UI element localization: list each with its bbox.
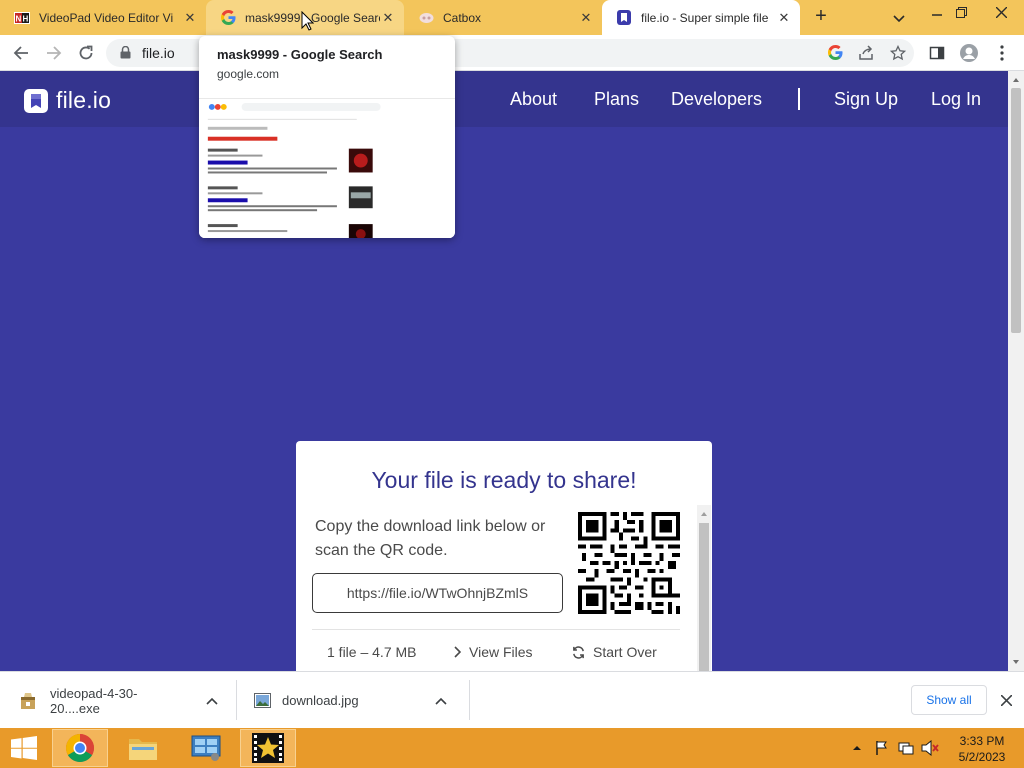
side-panel-icon[interactable] [925, 41, 949, 65]
view-files-label: View Files [469, 644, 533, 660]
hover-card-domain: google.com [217, 67, 280, 81]
chevron-right-icon [454, 646, 461, 658]
reload-icon[interactable] [74, 41, 98, 65]
tab-title: Catbox [443, 10, 482, 25]
taskbar-file-explorer[interactable] [115, 729, 171, 767]
show-all-button[interactable]: Show all [911, 685, 987, 715]
download-item[interactable]: download.jpg [252, 672, 470, 729]
browser-toolbar: file.io [0, 35, 1024, 71]
page-viewport: file.io About Plans Developers Sign Up L… [0, 71, 1008, 671]
chevron-up-icon[interactable] [206, 693, 218, 708]
qr-code [578, 512, 680, 614]
page-preview-thumbnail [199, 98, 455, 238]
system-clock[interactable]: 3:33 PM 5/2/2023 [952, 733, 1012, 765]
videopad-icon: NH [14, 10, 30, 26]
google-lens-icon[interactable] [828, 45, 843, 65]
folder-icon [129, 739, 157, 760]
share-icon[interactable] [858, 45, 874, 66]
close-tab-icon[interactable]: ✕ [380, 10, 396, 26]
fileio-logo-icon [24, 88, 48, 113]
profile-avatar-icon[interactable] [957, 41, 981, 65]
windows-logo-icon [11, 736, 37, 760]
lock-icon[interactable] [120, 45, 131, 64]
logo-text: file.io [56, 87, 112, 113]
taskbar-control-panel[interactable] [178, 729, 234, 767]
menu-kebab-icon[interactable] [990, 41, 1014, 65]
svg-text:N: N [16, 14, 22, 23]
close-download-shelf-icon[interactable] [997, 691, 1015, 709]
share-card: Your file is ready to share! Copy the do… [296, 441, 712, 671]
svg-text:H: H [23, 14, 29, 23]
start-button[interactable] [0, 729, 48, 767]
nav-plans[interactable]: Plans [594, 89, 639, 110]
clock-time: 3:33 PM [959, 734, 1005, 748]
download-link-field[interactable]: https://file.io/WTwOhnjBZmlS [312, 573, 563, 613]
close-tab-icon[interactable]: ✕ [182, 10, 198, 26]
tab-hover-card: mask9999 - Google Search google.com [199, 36, 455, 238]
page-scrollbar[interactable] [1008, 71, 1024, 671]
card-title: Your file is ready to share! [371, 467, 637, 493]
fileio-icon [616, 10, 632, 26]
download-separator [469, 680, 470, 720]
start-over-label: Start Over [593, 644, 657, 660]
restore-icon[interactable] [946, 0, 976, 24]
close-tab-icon[interactable]: ✕ [776, 10, 792, 26]
close-tab-icon[interactable]: ✕ [578, 10, 594, 26]
nav-login[interactable]: Log In [931, 89, 981, 110]
download-filename: download.jpg [282, 693, 359, 708]
tab-search-chevron-icon[interactable] [889, 8, 909, 28]
mouse-cursor-icon [301, 11, 314, 31]
file-summary: 1 file – 4.7 MB [327, 644, 417, 660]
start-over-button[interactable]: Start Over [572, 644, 657, 660]
back-arrow-icon[interactable] [9, 41, 33, 65]
windows-taskbar: 3:33 PM 5/2/2023 [0, 728, 1024, 768]
view-files-button[interactable]: View Files [453, 644, 533, 660]
address-url: file.io [142, 45, 175, 61]
show-hidden-icons[interactable] [852, 728, 862, 768]
nav-developers[interactable]: Developers [671, 89, 762, 110]
action-center-flag-icon[interactable] [874, 728, 890, 768]
volume-muted-icon[interactable] [921, 728, 939, 768]
google-icon [220, 10, 236, 26]
hover-card-title: mask9999 - Google Search [217, 47, 383, 62]
taskbar-chrome[interactable] [52, 729, 108, 767]
nav-divider [798, 88, 800, 110]
tab-strip: NH VideoPad Video Editor Vi ✕ mask9999 -… [0, 0, 1024, 35]
installer-icon [18, 691, 38, 711]
chevron-up-icon[interactable] [435, 693, 447, 708]
tab-title: file.io - Super simple file [641, 10, 769, 25]
control-panel-icon [191, 735, 221, 761]
refresh-icon [573, 645, 584, 659]
close-window-icon[interactable] [986, 0, 1016, 24]
forward-arrow-icon[interactable] [42, 41, 66, 65]
nav-signup[interactable]: Sign Up [834, 89, 898, 110]
card-divider [312, 629, 680, 630]
new-tab-button[interactable]: + [810, 6, 832, 28]
tab-videopad[interactable]: NH VideoPad Video Editor Vi ✕ [0, 0, 206, 35]
download-item[interactable]: videopad-4-30-20....exe [18, 672, 236, 729]
bookmark-star-icon[interactable] [889, 44, 907, 66]
film-star-icon [252, 733, 284, 763]
taskbar-videopad[interactable] [240, 729, 296, 767]
download-filename: videopad-4-30-20....exe [50, 685, 138, 716]
network-icon[interactable] [898, 728, 914, 768]
image-file-icon [252, 691, 272, 711]
catbox-icon [418, 10, 434, 26]
card-instructions: Copy the download link below or scan the… [315, 518, 546, 559]
download-separator [236, 680, 237, 720]
site-logo[interactable]: file.io [24, 87, 111, 114]
tab-title: VideoPad Video Editor Vi [39, 10, 174, 25]
chrome-icon [66, 734, 94, 762]
tab-fileio[interactable]: file.io - Super simple file ✕ [602, 0, 800, 35]
card-scrollbar[interactable] [697, 505, 711, 671]
clock-date: 5/2/2023 [958, 750, 1006, 764]
download-shelf: videopad-4-30-20....exe download.jpg Sho… [0, 671, 1024, 728]
site-header: file.io About Plans Developers Sign Up L… [0, 71, 1008, 127]
tab-catbox[interactable]: Catbox ✕ [404, 0, 602, 35]
nav-about[interactable]: About [510, 89, 557, 110]
